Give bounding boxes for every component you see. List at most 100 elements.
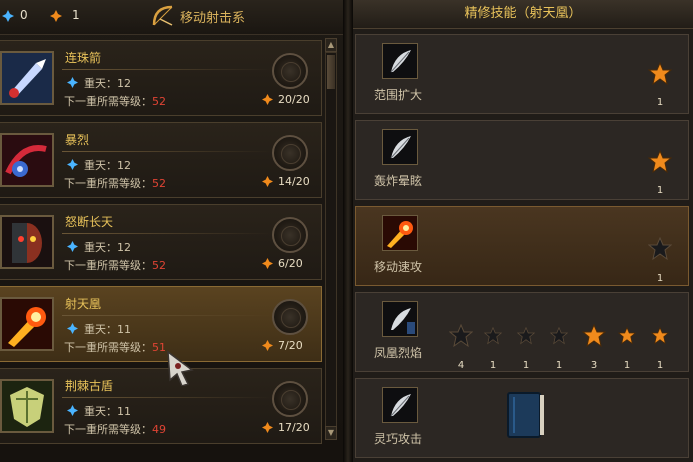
required-level-value: 52 <box>152 259 166 272</box>
skill-icon[interactable] <box>0 51 54 105</box>
skill-row-selected[interactable]: 射天凰 重天：11 下一重所需等级：51 7/20 <box>0 286 322 362</box>
upgrade-button[interactable] <box>272 135 308 171</box>
required-level-label: 下一重所需等级： <box>64 95 152 108</box>
divider <box>62 397 272 398</box>
required-level-value: 52 <box>152 95 166 108</box>
refine-skill-icon[interactable] <box>382 129 418 165</box>
orange-gem-icon <box>262 340 273 351</box>
upgrade-button[interactable] <box>272 381 308 417</box>
refine-item[interactable]: 灵巧攻击 <box>355 378 689 458</box>
required-level-value: 52 <box>152 177 166 190</box>
refine-item[interactable]: 凤凰烈焰 4 1 1 1 3 1 1 <box>355 292 689 372</box>
bow-school-icon <box>152 5 173 26</box>
skill-list-panel: 0 1 移动射击系 连珠箭 重天：12 下一重所需等级：52 20/20 暴烈 … <box>0 0 343 462</box>
required-level: 下一重所需等级：52 <box>64 175 166 191</box>
feather-arrow-icon <box>383 388 417 422</box>
active-node-icon[interactable] <box>618 327 636 345</box>
skill-row[interactable]: 暴烈 重天：12 下一重所需等级：52 14/20 <box>0 122 322 198</box>
refine-skill-icon[interactable] <box>382 387 418 423</box>
active-node-icon[interactable] <box>651 327 669 345</box>
panel-separator <box>343 0 353 462</box>
star-count: 1 <box>489 360 497 371</box>
inactive-node-icon[interactable] <box>550 327 568 345</box>
refine-item-name: 灵巧攻击 <box>374 432 423 446</box>
refine-item-name: 凤凰烈焰 <box>374 346 423 360</box>
inactive-star-icon[interactable] <box>648 237 672 261</box>
mouse-cursor-icon <box>167 350 194 386</box>
scroll-up-button[interactable]: ▲ <box>325 38 337 52</box>
blue-gem-icon <box>67 323 78 334</box>
skill-row[interactable]: 荆棘古盾 重天：11 下一重所需等级：49 17/20 <box>0 368 322 444</box>
refine-skill-icon[interactable] <box>382 43 418 79</box>
required-level-value: 49 <box>152 423 166 436</box>
active-star-icon[interactable] <box>648 150 672 174</box>
upgrade-button[interactable] <box>272 53 308 89</box>
thorn-shield-icon <box>2 381 52 431</box>
refine-skill-icon[interactable] <box>382 301 418 337</box>
required-level-label: 下一重所需等级： <box>64 341 152 354</box>
rank-label: 重天：11 <box>84 405 131 418</box>
inactive-node-icon[interactable] <box>484 327 502 345</box>
star-count: 4 <box>457 360 465 371</box>
refine-item[interactable]: 轰炸晕眩 1 <box>355 120 689 200</box>
skill-list: 连珠箭 重天：12 下一重所需等级：52 20/20 暴烈 重天：12 下一重所… <box>0 38 322 462</box>
blue-gem-icon <box>67 405 78 416</box>
required-level: 下一重所需等级：52 <box>64 93 166 109</box>
upgrade-button[interactable] <box>272 217 308 253</box>
refine-skill-panel: 精修技能（射天凰） 范围扩大 1 轰炸晕眩 1 移动速攻 1 凤凰烈焰 4 1 … <box>353 0 693 462</box>
refine-item-name: 移动速攻 <box>374 260 423 274</box>
active-star-icon[interactable] <box>648 62 672 86</box>
skill-icon[interactable] <box>0 379 54 433</box>
orange-gem-icon <box>262 422 273 433</box>
skill-book-icon[interactable] <box>504 389 546 441</box>
skill-name: 荆棘古盾 <box>65 379 114 393</box>
scroll-thumb[interactable] <box>327 55 335 89</box>
divider <box>62 315 272 316</box>
feather-arrow-icon <box>383 130 417 164</box>
upgrade-button[interactable] <box>272 299 308 335</box>
feather-arrow-icon <box>383 302 417 336</box>
phoenix-shot-icon <box>2 299 52 349</box>
blue-gem-icon <box>67 77 78 88</box>
required-level-label: 下一重所需等级： <box>64 259 152 272</box>
scrollbar[interactable] <box>325 52 337 440</box>
phoenix-shot-icon <box>383 216 417 250</box>
rank-label: 重天：11 <box>84 323 131 336</box>
orange-skill-points: 1 <box>72 8 80 22</box>
star-count: 1 <box>656 273 664 284</box>
skill-points: 14/20 <box>278 175 310 188</box>
required-level: 下一重所需等级：49 <box>64 421 166 437</box>
active-star-icon[interactable] <box>582 324 606 348</box>
skill-icon[interactable] <box>0 215 54 269</box>
refine-item-name: 范围扩大 <box>374 88 423 102</box>
inactive-star-icon[interactable] <box>449 324 473 348</box>
divider <box>62 151 272 152</box>
arrow-skill-icon <box>2 53 52 103</box>
star-count: 1 <box>656 185 664 196</box>
skill-points: 17/20 <box>278 421 310 434</box>
inactive-node-icon[interactable] <box>517 327 535 345</box>
skill-icon[interactable] <box>0 297 54 351</box>
required-level: 下一重所需等级：51 <box>64 339 166 355</box>
skill-icon[interactable] <box>0 133 54 187</box>
skill-name: 射天凰 <box>65 297 102 311</box>
scroll-down-button[interactable]: ▼ <box>325 426 337 440</box>
refine-item-active[interactable]: 移动速攻 1 <box>355 206 689 286</box>
orange-gem-icon <box>262 176 273 187</box>
star-count: 1 <box>555 360 563 371</box>
refine-skill-icon[interactable] <box>382 215 418 251</box>
divider <box>62 233 272 234</box>
skill-name: 怒断长天 <box>65 215 114 229</box>
required-level: 下一重所需等级：52 <box>64 257 166 273</box>
required-level-label: 下一重所需等级： <box>64 423 152 436</box>
orange-gem-icon <box>262 94 273 105</box>
blue-gem-icon <box>2 10 14 22</box>
refine-item[interactable]: 范围扩大 1 <box>355 34 689 114</box>
rank-label: 重天：12 <box>84 77 131 90</box>
feather-arrow-icon <box>383 44 417 78</box>
skill-row[interactable]: 怒断长天 重天：12 下一重所需等级：52 6/20 <box>0 204 322 280</box>
skill-row[interactable]: 连珠箭 重天：12 下一重所需等级：52 20/20 <box>0 40 322 116</box>
star-count: 1 <box>656 97 664 108</box>
star-count: 3 <box>590 360 598 371</box>
skill-points-bar: 0 1 移动射击系 <box>0 0 343 35</box>
